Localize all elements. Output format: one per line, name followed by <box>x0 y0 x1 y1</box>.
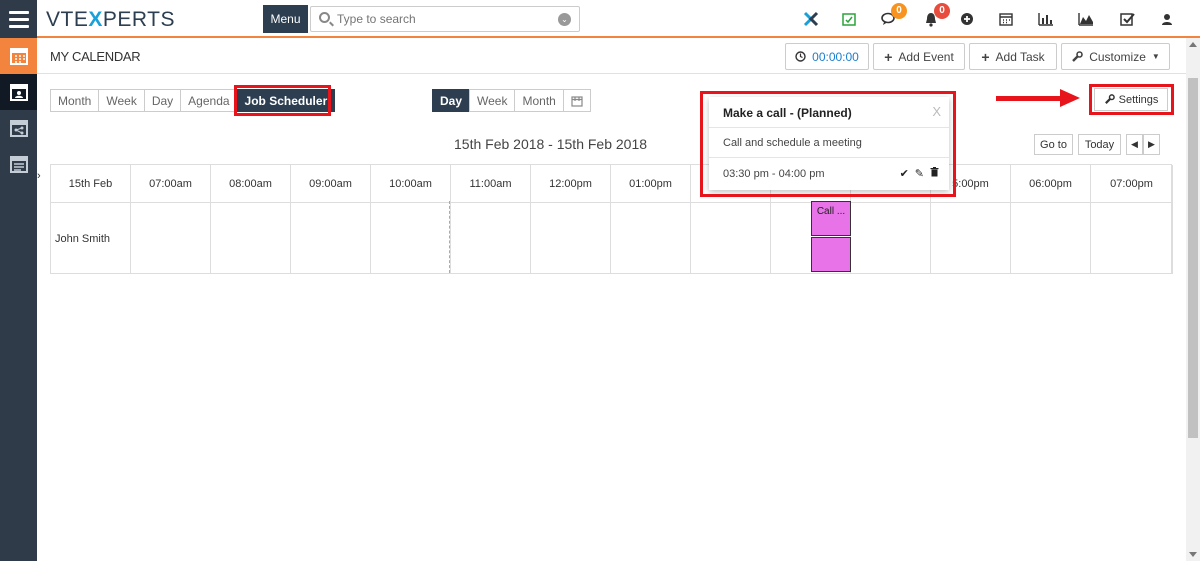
date-range-label: 15th Feb 2018 - 15th Feb 2018 <box>454 136 648 152</box>
vtexperts-logo[interactable]: VTEXPERTS <box>46 8 175 32</box>
page-title: MY CALENDAR <box>50 49 141 64</box>
tab-day[interactable]: Day <box>143 89 182 112</box>
notification-badge: 0 <box>934 3 950 19</box>
menu-button[interactable]: Menu <box>263 5 308 33</box>
notification-bell-icon[interactable]: 0 <box>920 3 950 29</box>
range-tab-month[interactable]: Month <box>514 89 564 112</box>
annotation-arrow-shaft <box>996 96 1062 101</box>
add-event-label: Add Event <box>898 49 954 64</box>
tab-agenda[interactable]: Agenda <box>180 89 238 112</box>
vtexperts-x-icon[interactable] <box>800 9 822 29</box>
highlight-event-popover <box>700 91 956 197</box>
top-navbar: VTEXPERTS Menu ⌄ 0 0 <box>0 0 1200 38</box>
chat-icon[interactable]: 0 <box>877 3 907 29</box>
calendar-list-icon <box>9 156 28 173</box>
annotation-arrow-icon <box>1060 89 1080 107</box>
sidebar-item-calendar[interactable] <box>0 38 37 74</box>
schedule-slot[interactable] <box>291 202 371 274</box>
time-column-header: 10:00am <box>371 165 451 202</box>
time-column-header: 09:00am <box>291 165 371 202</box>
left-sidebar <box>0 38 37 561</box>
calendar-check-icon[interactable] <box>838 9 860 29</box>
user-profile-icon[interactable] <box>1156 9 1178 29</box>
area-chart-icon[interactable] <box>1075 9 1097 29</box>
hamburger-menu-icon[interactable] <box>0 0 37 38</box>
schedule-slot[interactable] <box>211 202 291 274</box>
job-scheduler-grid: 15th Feb 07:00am 08:00am 09:00am 10:00am 11:… <box>50 164 1173 274</box>
time-column-header: 06:00pm <box>1011 165 1091 202</box>
calendar-icon[interactable] <box>995 9 1017 29</box>
global-search[interactable]: ⌄ <box>310 6 580 32</box>
highlight-settings <box>1089 84 1174 115</box>
user-calendar-icon <box>9 84 28 101</box>
time-column-header: 07:00pm <box>1091 165 1173 202</box>
tab-week[interactable]: Week <box>98 89 145 112</box>
search-icon <box>319 12 330 23</box>
add-task-button[interactable]: + Add Task <box>969 43 1057 70</box>
tab-month[interactable]: Month <box>50 89 100 112</box>
range-tabs: Day Week Month <box>432 89 591 112</box>
event-block-call[interactable]: Call ... <box>811 201 851 236</box>
event-block-call-continued[interactable] <box>811 237 851 272</box>
add-event-button[interactable]: + Add Event <box>873 43 965 70</box>
schedule-slot[interactable] <box>851 202 931 274</box>
wrench-icon <box>1072 50 1083 62</box>
time-column-header: 01:00pm <box>611 165 691 202</box>
sidebar-item-shared-calendar[interactable] <box>0 110 37 146</box>
sidebar-item-my-calendar[interactable] <box>0 74 37 110</box>
clock-icon <box>795 51 806 62</box>
scroll-down-arrow-icon[interactable] <box>1189 552 1197 557</box>
time-column-header: 08:00am <box>211 165 291 202</box>
share-calendar-icon <box>9 120 28 137</box>
goto-button[interactable]: Go to <box>1034 134 1073 155</box>
timer-button[interactable]: 00:00:00 <box>785 43 869 70</box>
chevron-left-icon: ◀ <box>1131 139 1138 149</box>
schedule-slot[interactable] <box>691 202 771 274</box>
page-scrollbar[interactable] <box>1186 38 1200 561</box>
chevron-right-icon: ▶ <box>1148 139 1155 149</box>
sidebar-item-calendar-list[interactable] <box>0 146 37 182</box>
date-picker-button[interactable] <box>562 89 591 112</box>
add-task-label: Add Task <box>995 49 1045 64</box>
add-circle-icon[interactable] <box>956 9 978 29</box>
task-checkbox-icon[interactable] <box>1116 9 1138 29</box>
search-input[interactable] <box>337 10 557 28</box>
time-column-header: 12:00pm <box>531 165 611 202</box>
caret-down-icon: ▼ <box>1151 52 1160 61</box>
scroll-up-arrow-icon[interactable] <box>1189 42 1197 47</box>
highlight-job-scheduler <box>234 85 331 116</box>
chat-badge: 0 <box>891 3 907 19</box>
plus-icon: + <box>884 48 893 65</box>
range-tab-day[interactable]: Day <box>432 89 471 112</box>
schedule-slot[interactable] <box>1011 202 1091 274</box>
schedule-slot[interactable] <box>451 202 531 274</box>
resource-john-smith[interactable]: John Smith <box>51 202 131 274</box>
today-button[interactable]: Today <box>1078 134 1121 155</box>
schedule-slot[interactable] <box>1091 202 1173 274</box>
calendar-grid-icon <box>9 48 28 65</box>
time-column-header: 11:00am <box>451 165 531 202</box>
time-column-header: 07:00am <box>131 165 211 202</box>
schedule-slot[interactable] <box>131 202 211 274</box>
calendar-icon <box>571 95 583 107</box>
scrollbar-thumb[interactable] <box>1188 78 1198 438</box>
search-options-chevron-icon[interactable]: ⌄ <box>558 13 571 26</box>
timer-value: 00:00:00 <box>812 49 859 64</box>
current-time-indicator <box>449 201 450 273</box>
plus-icon: + <box>981 48 990 65</box>
next-button[interactable]: ▶ <box>1143 134 1160 155</box>
customize-button[interactable]: Customize ▼ <box>1061 43 1170 70</box>
schedule-slot[interactable] <box>531 202 611 274</box>
bar-chart-icon[interactable] <box>1035 9 1057 29</box>
schedule-slot[interactable] <box>611 202 691 274</box>
previous-button[interactable]: ◀ <box>1126 134 1143 155</box>
expand-resources-icon[interactable]: › <box>37 170 41 182</box>
range-tab-week[interactable]: Week <box>469 89 516 112</box>
schedule-slot[interactable] <box>931 202 1011 274</box>
schedule-slot[interactable] <box>371 202 451 274</box>
customize-label: Customize <box>1089 49 1146 64</box>
page-header: MY CALENDAR 00:00:00 + Add Event + Add T… <box>37 38 1186 74</box>
date-column-header: 15th Feb <box>51 165 131 202</box>
